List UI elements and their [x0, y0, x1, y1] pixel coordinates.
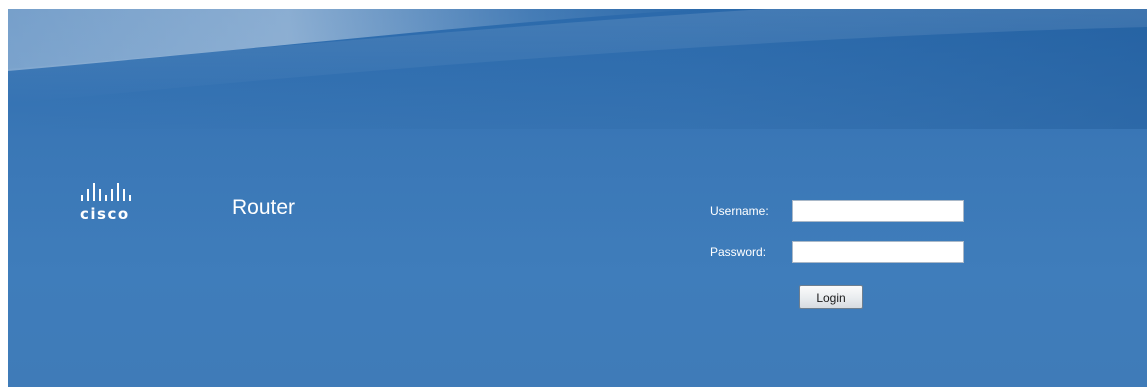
login-page: cisco Router Username: Password: Login	[8, 9, 1147, 387]
product-title: Router	[232, 196, 296, 219]
username-label: Username:	[710, 204, 769, 218]
username-input[interactable]	[792, 200, 964, 222]
logo-wordmark: cisco	[80, 205, 130, 223]
background-swoosh	[8, 9, 1147, 129]
cisco-logo: cisco	[80, 183, 160, 227]
password-label: Password:	[710, 245, 767, 259]
login-button[interactable]: Login	[799, 285, 863, 309]
password-input[interactable]	[792, 241, 964, 263]
cisco-bars-icon	[81, 183, 131, 201]
